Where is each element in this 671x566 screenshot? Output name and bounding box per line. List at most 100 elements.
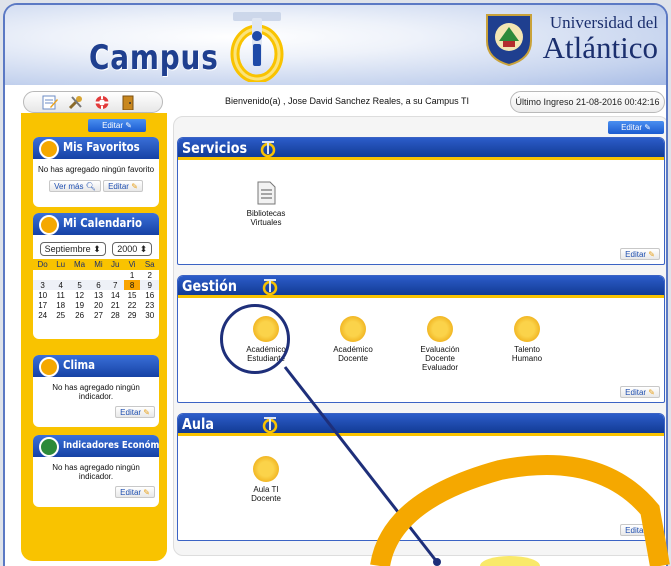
pencil-icon: ✎ — [648, 388, 655, 397]
main-edit-button[interactable]: Editar ✎ — [608, 121, 664, 134]
calendar-day[interactable]: 19 — [69, 300, 90, 310]
month-select-value: Septiembre — [44, 244, 91, 254]
calendar-day[interactable]: 7 — [106, 280, 124, 290]
clima-body: No has agregado ningún indicador. Editar… — [33, 377, 159, 424]
calendar-day[interactable]: 9 — [140, 280, 159, 290]
favoritos-edit-button[interactable]: Editar ✎ — [103, 180, 143, 192]
app-talento-humano[interactable]: Talento Humano — [489, 316, 565, 363]
aula-edit-label: Editar — [625, 526, 647, 535]
gestion-edit-button[interactable]: Editar ✎ — [620, 386, 660, 398]
calendario-title: Mi Calendario — [63, 216, 142, 230]
aula-edit-button[interactable]: Editar ✎ — [620, 524, 660, 536]
aula-header: Aula — [178, 414, 664, 436]
app-label-line1: Académico — [333, 345, 373, 354]
weather-icon — [39, 357, 59, 377]
calendar-day[interactable]: 2 — [140, 270, 159, 280]
app-aula-ti-docente[interactable]: Aula TI Docente — [228, 456, 304, 503]
clima-empty-message: No has agregado ningún indicador. — [52, 383, 140, 401]
calendar-week-row: 17 18 19 20 21 22 23 — [33, 300, 159, 310]
select-arrows-icon: ⬍ — [139, 244, 148, 254]
calendar-day[interactable]: 1 — [124, 270, 141, 280]
calendar-day[interactable]: 27 — [90, 310, 107, 320]
calendar-day[interactable]: 10 — [33, 290, 52, 300]
calendar-day[interactable]: 8 — [123, 280, 141, 290]
calendar-grid: Do Lu Ma Mi Ju Vi Sa 1 2 3 4 5 6 7 8 9 10 11 12 13 14 15 16 17… — [33, 259, 159, 320]
favoritos-widget: Mis Favoritos No has agregado ningún fav… — [33, 137, 159, 207]
calendar-day[interactable]: 21 — [107, 300, 124, 310]
calendar-day[interactable]: 3 — [33, 280, 53, 290]
indicadores-body: No has agregado ningún indicador. Editar… — [33, 457, 159, 504]
app-label-line2: Humano — [511, 354, 543, 363]
year-select[interactable]: 2000 ⬍ — [112, 242, 153, 256]
calendar-day[interactable]: 20 — [90, 300, 107, 310]
calendar-day[interactable]: 4 — [52, 280, 70, 290]
calendar-day[interactable]: 11 — [52, 290, 69, 300]
university-name-line2: Atlántico — [542, 30, 658, 65]
servicios-title: Servicios — [182, 139, 248, 157]
calendar-empty-cell — [107, 270, 124, 280]
calendar-day[interactable]: 17 — [33, 300, 52, 310]
indicadores-widget: Indicadores Económicos No has agregado n… — [33, 435, 159, 507]
app-evaluacion-docente-evaluador[interactable]: Evaluación Docente Evaluador — [402, 316, 478, 372]
calendar-weekday-header: Ma — [69, 259, 91, 270]
calendar-week-row: 12 — [33, 270, 159, 280]
calendar-day[interactable]: 29 — [124, 310, 141, 320]
quick-tools-bar — [23, 91, 163, 113]
indicadores-edit-label: Editar — [120, 488, 142, 497]
favoritos-empty-message: No has agregado ningún favorito — [37, 165, 155, 174]
calendario-widget: Mi Calendario Septiembre ⬍ 2000 ⬍ Do Lu Ma… — [33, 213, 159, 339]
tools-icon[interactable] — [68, 95, 84, 110]
clima-edit-label: Editar — [120, 408, 142, 417]
money-bag-icon — [39, 437, 59, 457]
calendar-day[interactable]: 6 — [90, 280, 107, 290]
sidebar-edit-button[interactable]: Editar ✎ — [88, 119, 146, 132]
month-select[interactable]: Septiembre ⬍ — [39, 242, 106, 256]
calendar-day[interactable]: 26 — [69, 310, 90, 320]
help-lifebuoy-icon[interactable] — [94, 95, 110, 110]
aula-title: Aula — [182, 415, 214, 433]
document-icon — [257, 181, 276, 205]
pencil-icon: ✎ — [143, 488, 150, 497]
calendar-day[interactable]: 18 — [52, 300, 69, 310]
indicadores-empty-message: No has agregado ningún indicador. — [52, 463, 140, 481]
welcome-message: Bienvenido(a) , Jose David Sanchez Reale… — [225, 96, 469, 106]
app-label-line1: Bibliotecas — [246, 209, 286, 218]
favoritos-body: No has agregado ningún favorito Ver más … — [33, 159, 159, 198]
calendar-day[interactable]: 14 — [107, 290, 124, 300]
site-header: Campus Universidad del Atlántico — [5, 5, 666, 85]
star-icon — [39, 139, 59, 159]
app-label-line2: Virtuales — [250, 218, 282, 227]
see-more-button[interactable]: Ver más 🔍︎ — [49, 180, 101, 192]
calendar-day[interactable]: 25 — [52, 310, 69, 320]
calendar-weekday-header: Sa — [140, 259, 159, 270]
gestion-header: Gestión — [178, 276, 664, 298]
app-academico-docente[interactable]: Académico Docente — [315, 316, 391, 363]
gestion-title: Gestión — [182, 277, 238, 295]
calendar-day[interactable]: 24 — [33, 310, 52, 320]
favoritos-header: Mis Favoritos — [33, 137, 159, 159]
calendar-day[interactable]: 16 — [140, 290, 159, 300]
calendar-day[interactable]: 28 — [107, 310, 124, 320]
calendar-day[interactable]: 23 — [140, 300, 159, 310]
year-select-value: 2000 — [117, 244, 138, 254]
classroom-icon — [253, 456, 279, 482]
indicadores-edit-button[interactable]: Editar ✎ — [115, 486, 155, 498]
calendar-day[interactable]: 12 — [69, 290, 90, 300]
servicios-edit-button[interactable]: Editar ✎ — [620, 248, 660, 260]
main-edit-label: Editar — [621, 123, 642, 132]
calendar-day[interactable]: 13 — [90, 290, 107, 300]
campus-logo-text: Campus — [89, 38, 219, 78]
calendar-day[interactable]: 22 — [124, 300, 141, 310]
human-talent-icon — [514, 316, 540, 342]
app-label-line1: Talento — [514, 345, 540, 354]
calendar-day[interactable]: 15 — [124, 290, 141, 300]
clima-title: Clima — [63, 358, 95, 372]
exit-door-icon[interactable] — [120, 95, 136, 110]
calendar-day[interactable]: 5 — [69, 280, 91, 290]
app-bibliotecas-virtuales[interactable]: Bibliotecas Virtuales — [228, 180, 304, 227]
calendar-day[interactable]: 30 — [140, 310, 159, 320]
edit-note-icon[interactable] — [42, 95, 58, 110]
clima-edit-button[interactable]: Editar ✎ — [115, 406, 155, 418]
left-sidebar: Editar ✎ Mis Favoritos No has agregado n… — [21, 113, 167, 561]
calendar-weekday-header: Do — [33, 259, 53, 270]
